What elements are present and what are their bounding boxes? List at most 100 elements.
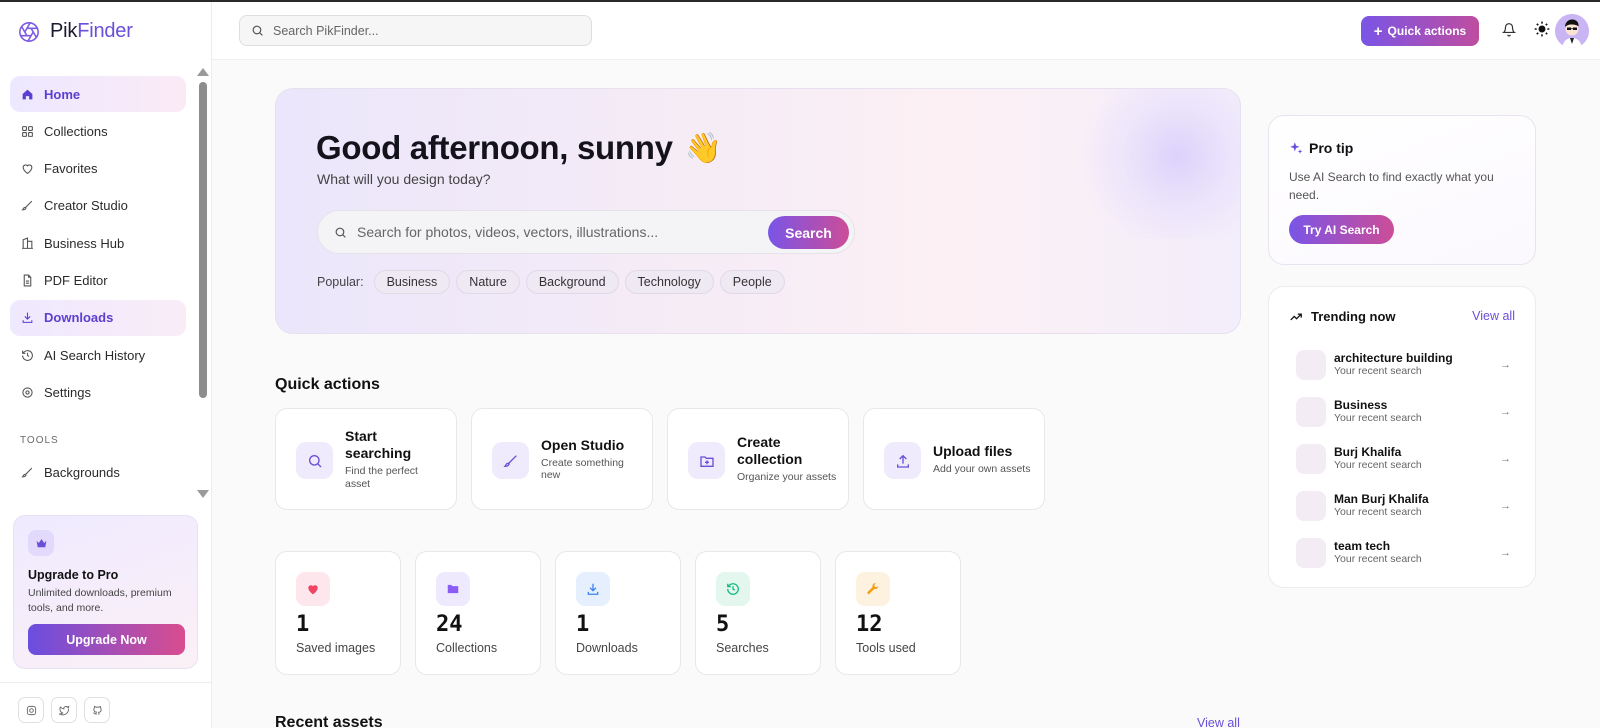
arrow-right-icon: → <box>1500 406 1511 418</box>
stat-searches[interactable]: 5 Searches <box>695 551 821 675</box>
popular-label: Popular: <box>317 275 364 289</box>
sidebar-nav: Home Collections Favorites Creator Studi… <box>10 76 186 412</box>
trending-item-name: architecture building <box>1334 351 1453 365</box>
stat-saved-images[interactable]: 1 Saved images <box>275 551 401 675</box>
trending-item[interactable]: architecture building Your recent search … <box>1296 341 1521 388</box>
global-search[interactable] <box>239 15 592 46</box>
greeting-title: Good afternoon, sunny 👋 <box>316 129 722 167</box>
stat-downloads[interactable]: 1 Downloads <box>555 551 681 675</box>
sidebar-item-pdf-editor[interactable]: PDF Editor <box>10 262 186 298</box>
sidebar-item-downloads[interactable]: Downloads <box>10 299 186 336</box>
trending-thumbnail <box>1296 490 1326 521</box>
brush-icon <box>492 442 529 479</box>
hero-search-bar[interactable]: Search <box>317 210 855 254</box>
trending-item[interactable]: Business Your recent search → <box>1296 388 1521 435</box>
folder-plus-icon <box>688 442 725 479</box>
stat-label: Collections <box>436 641 498 655</box>
global-search-input[interactable] <box>273 23 573 38</box>
sidebar-item-ai-search-history[interactable]: AI Search History <box>10 337 186 373</box>
sidebar-item-business-hub[interactable]: Business Hub <box>10 225 186 261</box>
trending-up-icon <box>1290 312 1302 320</box>
hero-search-input[interactable] <box>357 224 757 240</box>
scroll-up-arrow[interactable] <box>197 68 209 76</box>
sidebar-item-favorites[interactable]: Favorites <box>10 151 186 187</box>
try-ai-search-button[interactable]: Try AI Search <box>1289 215 1394 244</box>
avatar[interactable] <box>1555 14 1589 48</box>
pro-tip-title: Pro tip <box>1289 140 1353 156</box>
bell-icon[interactable] <box>1501 22 1517 42</box>
quick-action-desc: Organize your assets <box>737 471 837 484</box>
popular-tag[interactable]: Background <box>525 270 619 294</box>
quick-action-desc: Add your own assets <box>933 462 1031 475</box>
popular-tags: Popular: Business Nature Background Tech… <box>317 270 785 294</box>
search-icon <box>335 227 346 238</box>
quick-action-title: Open Studio <box>541 436 625 453</box>
quick-action-title: Upload files <box>933 442 1013 459</box>
upgrade-now-button[interactable]: Upgrade Now <box>28 624 185 655</box>
recent-assets-view-all-link[interactable]: View all <box>1197 716 1240 728</box>
trending-item[interactable]: Burj Khalifa Your recent search → <box>1296 435 1521 482</box>
trending-item-sub: Your recent search <box>1334 365 1422 377</box>
user-avatar-icon <box>1555 14 1589 48</box>
twitter-icon[interactable] <box>51 697 77 723</box>
quick-actions-button[interactable]: + Quick actions <box>1361 16 1479 46</box>
arrow-right-icon: → <box>1500 453 1511 465</box>
sidebar: PikFinder Home Collections Favorites Cre… <box>0 2 212 728</box>
popular-tag[interactable]: People <box>719 270 785 294</box>
stat-label: Saved images <box>296 641 376 655</box>
folder-icon <box>436 572 470 606</box>
trending-item-name: Man Burj Khalifa <box>1334 492 1429 506</box>
trending-item[interactable]: team tech Your recent search → <box>1296 529 1521 576</box>
hero-decoration <box>1076 89 1240 239</box>
sun-icon[interactable] <box>1534 21 1550 42</box>
sidebar-item-home[interactable]: Home <box>10 76 186 112</box>
quick-action-create-collection[interactable]: Create collection Organize your assets <box>667 408 849 510</box>
trending-item-sub: Your recent search <box>1334 506 1422 518</box>
trending-thumbnail <box>1296 396 1326 427</box>
trending-item[interactable]: Man Burj Khalifa Your recent search → <box>1296 482 1521 529</box>
quick-action-start-searching[interactable]: Start searching Find the perfect asset <box>275 408 457 510</box>
stat-collections[interactable]: 24 Collections <box>415 551 541 675</box>
pro-tip-title-text: Pro tip <box>1309 140 1354 156</box>
trending-item-name: team tech <box>1334 539 1391 553</box>
upgrade-title: Upgrade to Pro <box>28 568 119 582</box>
sidebar-item-collections[interactable]: Collections <box>10 113 186 149</box>
recent-assets-heading: Recent assets <box>275 714 383 728</box>
stat-value: 12 <box>856 612 883 637</box>
trending-item-sub: Your recent search <box>1334 553 1422 565</box>
sidebar-item-label: Business Hub <box>44 235 125 251</box>
instagram-icon[interactable] <box>18 697 44 723</box>
arrow-right-icon: → <box>1500 547 1511 559</box>
hero-search-button[interactable]: Search <box>768 216 849 249</box>
sidebar-item-label: PDF Editor <box>44 272 108 288</box>
stat-label: Downloads <box>576 641 638 655</box>
brand-name-part2: Finder <box>77 20 133 42</box>
sidebar-item-settings[interactable]: Settings <box>10 374 186 410</box>
popular-tag[interactable]: Technology <box>624 270 714 294</box>
stat-tools-used[interactable]: 12 Tools used <box>835 551 961 675</box>
sidebar-item-label: Home <box>44 86 81 102</box>
popular-tag[interactable]: Business <box>373 270 451 294</box>
scroll-down-arrow[interactable] <box>197 490 209 498</box>
quick-action-desc: Create something new <box>541 456 624 482</box>
tools-section-label: TOOLS <box>20 435 59 446</box>
home-icon <box>20 87 34 101</box>
sidebar-item-label: AI Search History <box>44 347 146 363</box>
crown-icon <box>28 530 54 556</box>
quick-action-open-studio[interactable]: Open Studio Create something new <box>471 408 653 510</box>
popular-tag[interactable]: Nature <box>456 270 520 294</box>
quick-action-upload-files[interactable]: Upload files Add your own assets <box>863 408 1045 510</box>
brand-logo[interactable]: PikFinder <box>18 20 133 43</box>
sidebar-item-label: Collections <box>44 123 108 139</box>
trending-view-all-link[interactable]: View all <box>1472 309 1515 323</box>
aperture-icon <box>19 21 39 42</box>
scroll-thumb[interactable] <box>199 82 207 398</box>
arrow-right-icon: → <box>1500 500 1511 512</box>
github-icon[interactable] <box>84 697 110 723</box>
stat-value: 1 <box>576 612 590 637</box>
brand-name: PikFinder <box>50 20 133 43</box>
sidebar-item-backgrounds[interactable]: Backgrounds <box>10 454 186 490</box>
sidebar-item-creator-studio[interactable]: Creator Studio <box>10 188 186 224</box>
trending-title: Trending now <box>1289 309 1396 324</box>
sidebar-scrollbar[interactable] <box>197 68 209 498</box>
